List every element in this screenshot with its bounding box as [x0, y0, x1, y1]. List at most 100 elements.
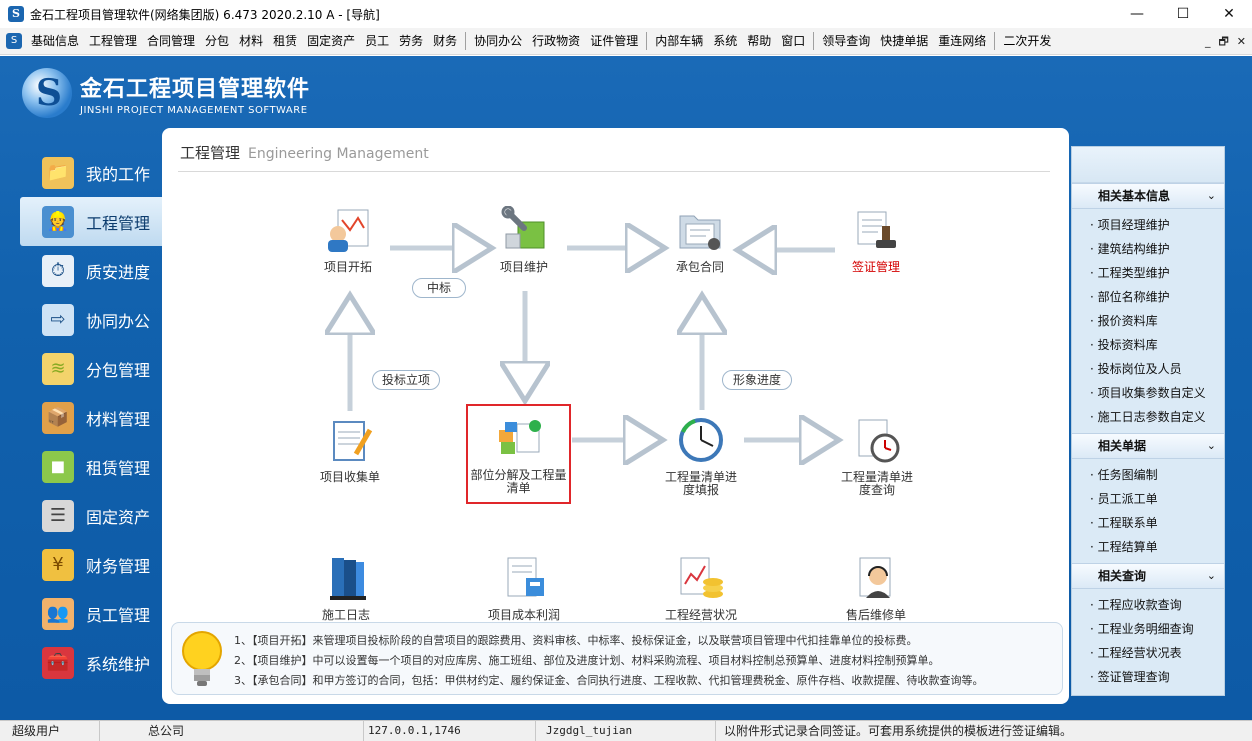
clock-progress-icon: ⏱ — [42, 254, 74, 287]
menu-admin-supplies[interactable]: 行政物资 — [527, 28, 585, 55]
node-project-maintain[interactable]: 项目维护 — [488, 205, 560, 274]
node-project-collect[interactable]: 项目收集单 — [312, 416, 388, 484]
section-related-query[interactable]: 相关查询 ⌄ — [1072, 563, 1224, 589]
node-construction-log[interactable]: 施工日志 — [310, 554, 382, 622]
menu-fixed-assets[interactable]: 固定资产 — [302, 28, 360, 55]
nav-item-subcontract[interactable]: ≋ 分包管理 — [20, 344, 162, 393]
brand-name-en: JINSHI PROJECT MANAGEMENT SOFTWARE — [80, 104, 308, 116]
link-log-params[interactable]: · 施工日志参数自定义 — [1072, 405, 1224, 429]
status-company: 总公司 — [140, 721, 364, 741]
link-task-diagram[interactable]: · 任务图编制 — [1072, 463, 1224, 487]
link-type-maintain[interactable]: · 工程类型维护 — [1072, 261, 1224, 285]
link-settlement[interactable]: · 工程结算单 — [1072, 535, 1224, 559]
collect-notepad-icon — [333, 421, 373, 461]
nav-item-system-maint[interactable]: 🧰 系统维护 — [20, 638, 162, 687]
close-button[interactable]: ✕ — [1206, 0, 1252, 28]
link-operation-status[interactable]: · 工程经营状况表 — [1072, 641, 1224, 665]
menu-project-mgmt[interactable]: 工程管理 — [84, 28, 142, 55]
menu-lease[interactable]: 租赁 — [268, 28, 302, 55]
mdi-controls: _ 🗗 ✕ — [1205, 28, 1246, 55]
right-panel: 相关基本信息 ⌄ · 项目经理维护 · 建筑结构维护 · 工程类型维护 · 部位… — [1071, 146, 1225, 696]
node-cost-profit[interactable]: 项目成本利润 — [480, 554, 568, 622]
menu-quick-docs[interactable]: 快捷单据 — [875, 28, 933, 55]
menu-subcontract[interactable]: 分包 — [200, 28, 234, 55]
menu-contract-mgmt[interactable]: 合同管理 — [142, 28, 200, 55]
section-related-docs[interactable]: 相关单据 ⌄ — [1072, 433, 1224, 459]
node-label: 项目开拓 — [323, 260, 372, 274]
link-quote-library[interactable]: · 报价资料库 — [1072, 309, 1224, 333]
menu-finance[interactable]: 财务 — [428, 28, 462, 55]
node-contract[interactable]: 承包合同 — [664, 206, 736, 274]
minimize-button[interactable]: — — [1114, 0, 1160, 28]
nav-item-finance[interactable]: ¥ 财务管理 — [20, 540, 162, 589]
menu-labor[interactable]: 劳务 — [394, 28, 428, 55]
status-db: Jzgdgl_tujian — [538, 721, 716, 741]
node-after-sales[interactable]: 售后维修单 — [840, 554, 912, 622]
link-pm-maintain[interactable]: · 项目经理维护 — [1072, 213, 1224, 237]
chevron-down-icon[interactable]: ⌄ — [1207, 434, 1216, 458]
menu-basic-info[interactable]: 基础信息 — [26, 28, 84, 55]
nav-item-collab-office[interactable]: ⇨ 协同办公 — [20, 295, 162, 344]
menu-staff[interactable]: 员工 — [360, 28, 394, 55]
link-part-name-maintain[interactable]: · 部位名称维护 — [1072, 285, 1224, 309]
menu-separator — [994, 32, 996, 50]
node-bill-progress[interactable]: 工程量清单进度填报 — [660, 416, 742, 497]
left-nav: 📁 我的工作 👷 工程管理 ⏱ 质安进度 ⇨ 协同办公 ≋ 分包管理 📦 材料管… — [20, 148, 162, 687]
link-receivable-query[interactable]: · 工程应收款查询 — [1072, 593, 1224, 617]
nav-item-project-mgmt[interactable]: 👷 工程管理 — [20, 197, 162, 246]
menu-system[interactable]: 系统 — [708, 28, 742, 55]
chevron-down-icon[interactable]: ⌄ — [1207, 564, 1216, 588]
nav-item-staff[interactable]: 👥 员工管理 — [20, 589, 162, 638]
menu-window[interactable]: 窗口 — [776, 28, 810, 55]
maximize-button[interactable]: ☐ — [1160, 0, 1206, 28]
menu-materials[interactable]: 材料 — [234, 28, 268, 55]
nav-item-label: 协同办公 — [86, 311, 151, 331]
menu-secondary-dev[interactable]: 二次开发 — [998, 28, 1056, 55]
link-structure-maintain[interactable]: · 建筑结构维护 — [1072, 237, 1224, 261]
menu-collab-office[interactable]: 协同办公 — [469, 28, 527, 55]
link-bid-library[interactable]: · 投标资料库 — [1072, 333, 1224, 357]
section-related-docs-list: · 任务图编制 · 员工派工单 · 工程联系单 · 工程结算单 — [1072, 459, 1224, 563]
link-business-detail-query[interactable]: · 工程业务明细查询 — [1072, 617, 1224, 641]
status-address: 127.0.0.1,1746 — [360, 721, 536, 741]
node-bill-query[interactable]: 工程量清单进度查询 — [836, 416, 918, 497]
flow-arrows — [162, 128, 1069, 608]
engineer-icon: 👷 — [42, 205, 74, 238]
node-label: 项目维护 — [499, 260, 548, 274]
nav-item-lease[interactable]: ◼ 租赁管理 — [20, 442, 162, 491]
app-logo-icon: S — [8, 6, 24, 22]
node-label: 售后维修单 — [845, 608, 906, 622]
section-basic-info[interactable]: 相关基本信息 ⌄ — [1072, 183, 1224, 209]
nav-item-label: 分包管理 — [86, 360, 151, 380]
link-staff-dispatch[interactable]: · 员工派工单 — [1072, 487, 1224, 511]
menu-bar: S 基础信息 工程管理 合同管理 分包 材料 租赁 固定资产 员工 劳务 财务 … — [0, 28, 1252, 55]
menu-app-icon[interactable]: S — [6, 33, 22, 49]
menu-help[interactable]: 帮助 — [742, 28, 776, 55]
node-visa[interactable]: 签证管理 — [840, 206, 912, 274]
nav-item-my-work[interactable]: 📁 我的工作 — [20, 148, 162, 197]
nav-item-materials[interactable]: 📦 材料管理 — [20, 393, 162, 442]
link-bid-staff[interactable]: · 投标岗位及人员 — [1072, 357, 1224, 381]
project-start-icon — [328, 209, 369, 252]
status-hint: 以附件形式记录合同签证。可套用系统提供的模板进行签证编辑。 — [724, 724, 1073, 738]
nav-item-quality-progress[interactable]: ⏱ 质安进度 — [20, 246, 162, 295]
mdi-close-button[interactable]: ✕ — [1237, 28, 1246, 55]
menu-vehicles[interactable]: 内部车辆 — [650, 28, 708, 55]
window-title: 金石工程项目管理软件(网络集团版) 6.473 2020.2.10 A - [导… — [30, 7, 380, 22]
layers-icon: ≋ — [42, 352, 74, 385]
node-decompose[interactable]: 部位分解及工程量清单 — [466, 404, 571, 504]
menu-reconnect[interactable]: 重连网络 — [933, 28, 991, 55]
link-collect-params[interactable]: · 项目收集参数自定义 — [1072, 381, 1224, 405]
link-contact-sheet[interactable]: · 工程联系单 — [1072, 511, 1224, 535]
nav-item-fixed-assets[interactable]: ☰ 固定资产 — [20, 491, 162, 540]
folder-user-icon: 📁 — [42, 156, 74, 189]
menu-certificates[interactable]: 证件管理 — [585, 28, 643, 55]
chevron-down-icon[interactable]: ⌄ — [1207, 184, 1216, 208]
link-visa-query[interactable]: · 签证管理查询 — [1072, 665, 1224, 689]
node-project-start[interactable]: 项目开拓 — [312, 206, 384, 274]
mdi-minimize-button[interactable]: _ — [1205, 28, 1211, 55]
mdi-restore-button[interactable]: 🗗 — [1218, 28, 1228, 55]
node-label: 施工日志 — [321, 608, 370, 622]
menu-leader-query[interactable]: 领导查询 — [817, 28, 875, 55]
office-collab-icon: ⇨ — [42, 303, 74, 336]
